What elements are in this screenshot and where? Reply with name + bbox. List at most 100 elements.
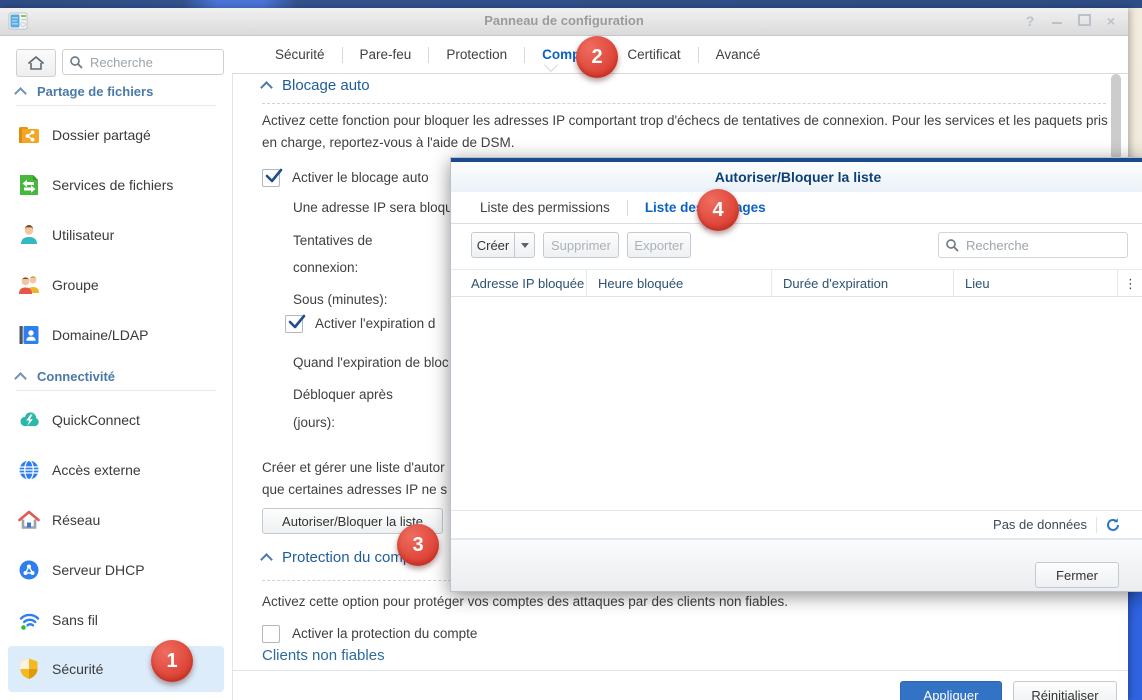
section-blocage-auto: Blocage auto xyxy=(260,77,370,94)
column-header-lieu[interactable]: Lieu xyxy=(953,270,1117,296)
clients-non-fiables-heading: Clients non fiables xyxy=(262,647,385,664)
table-status-bar: Pas de données xyxy=(451,510,1142,539)
shared-folder-icon xyxy=(19,127,39,143)
no-data-status: Pas de données xyxy=(993,517,1087,532)
maximize-icon[interactable] xyxy=(1077,14,1091,29)
tab-certificat[interactable]: Certificat xyxy=(610,40,697,70)
collapse-chevron-icon[interactable] xyxy=(260,80,273,94)
step-badge-4: 4 xyxy=(697,189,739,231)
dialog-tab-bar: Liste des permissions Liste des blocages xyxy=(451,192,1142,224)
sidebar-item-services-fichiers[interactable]: Services de fichiers xyxy=(8,162,224,208)
sidebar-search-input[interactable] xyxy=(88,53,217,71)
unblock-days-label: (jours): xyxy=(293,415,336,430)
enable-account-protection-checkbox[interactable] xyxy=(262,625,280,643)
close-dialog-button[interactable]: Fermer xyxy=(1035,562,1119,588)
group-icon xyxy=(19,276,39,294)
table-header-row: Adresse IP bloquée Heure bloquée Durée d… xyxy=(451,269,1142,297)
delete-button[interactable]: Supprimer xyxy=(543,232,619,258)
step-badge-2: 2 xyxy=(576,36,618,78)
collapse-chevron-icon xyxy=(14,371,27,385)
window-titlebar: Panneau de configuration ? × xyxy=(0,8,1128,36)
step-badge-3: 3 xyxy=(397,524,439,566)
security-shield-icon xyxy=(20,658,38,679)
sidebar-item-quickconnect[interactable]: QuickConnect xyxy=(8,397,224,443)
sidebar-divider xyxy=(16,390,216,391)
checkmark-icon xyxy=(265,168,283,183)
create-dropdown-button[interactable] xyxy=(514,232,535,258)
footer-divider xyxy=(232,670,1128,671)
attempts-label: Tentatives de xyxy=(293,233,373,248)
tab-protection[interactable]: Protection xyxy=(429,40,524,70)
enable-auto-block-checkbox[interactable] xyxy=(262,168,283,187)
column-header-duree-expiration[interactable]: Durée d'expiration xyxy=(771,270,953,296)
collapse-chevron-icon xyxy=(14,86,27,100)
help-icon[interactable]: ? xyxy=(1023,14,1037,29)
sidebar-item-reseau[interactable]: Réseau xyxy=(8,497,224,543)
refresh-icon[interactable] xyxy=(1105,517,1121,533)
tab-pare-feu[interactable]: Pare-feu xyxy=(343,40,429,70)
desktop: Panneau de configuration ? × Partage de … xyxy=(0,0,1142,700)
column-menu-icon[interactable]: ⋮ xyxy=(1117,270,1142,296)
allow-block-list-dialog: Autoriser/Bloquer la liste Liste des per… xyxy=(450,157,1142,592)
sidebar-item-dossier-partage[interactable]: Dossier partagé xyxy=(8,112,224,158)
step-badge-1: 1 xyxy=(151,640,193,682)
chevron-down-icon xyxy=(520,242,529,248)
create-button[interactable]: Créer xyxy=(471,232,515,258)
external-access-icon xyxy=(19,459,39,481)
window-controls: ? × xyxy=(1023,14,1118,29)
close-icon[interactable]: × xyxy=(1104,14,1118,29)
domain-ldap-icon xyxy=(19,326,39,344)
sidebar-item-sans-fil[interactable]: Sans fil xyxy=(8,597,224,643)
collapse-chevron-icon[interactable] xyxy=(260,552,273,566)
dialog-toolbar: Créer Supprimer Exporter xyxy=(451,224,1142,269)
quickconnect-icon xyxy=(20,412,39,427)
sidebar-item-domaine-ldap[interactable]: Domaine/LDAP xyxy=(8,312,224,358)
column-header-adresse-ip[interactable]: Adresse IP bloquée xyxy=(451,270,586,296)
unblock-after-label: Débloquer après xyxy=(293,387,393,402)
tab-liste-permissions[interactable]: Liste des permissions xyxy=(463,193,627,223)
home-icon xyxy=(28,56,44,70)
export-button[interactable]: Exporter xyxy=(627,232,691,258)
account-protection-description: Activez cette option pour protéger vos c… xyxy=(262,594,789,609)
file-services-icon xyxy=(20,175,38,195)
search-icon xyxy=(70,56,83,69)
checkmark-icon xyxy=(288,314,306,329)
tab-avance[interactable]: Avancé xyxy=(699,40,778,70)
content-scrollbar-thumb[interactable] xyxy=(1111,74,1121,160)
dialog-title: Autoriser/Bloquer la liste xyxy=(451,162,1142,192)
blocage-auto-description: Activez cette fonction pour bloquer les … xyxy=(262,113,1108,150)
enable-auto-block-label: Activer le blocage auto xyxy=(292,170,429,185)
dialog-search[interactable] xyxy=(938,232,1128,258)
home-button[interactable] xyxy=(16,49,56,77)
enable-account-protection-label: Activer la protection du compte xyxy=(292,626,478,641)
sidebar-item-serveur-dhcp[interactable]: Serveur DHCP xyxy=(8,547,224,593)
desktop-taskbar-strip xyxy=(0,0,1142,8)
window-title: Panneau de configuration xyxy=(484,13,644,28)
column-header-heure-bloquee[interactable]: Heure bloquée xyxy=(586,270,771,296)
dhcp-server-icon xyxy=(19,560,39,580)
status-divider xyxy=(1096,517,1097,533)
user-icon xyxy=(21,225,37,244)
dialog-footer: Fermer xyxy=(451,539,1142,591)
sidebar-section-partage[interactable]: Partage de fichiers xyxy=(14,84,153,100)
sidebar-search[interactable] xyxy=(62,49,224,75)
rule-intro-label: Une adresse IP sera bloqu xyxy=(293,200,453,215)
tab-bar: Sécurité Pare-feu Protection Compte Cert… xyxy=(232,36,1128,74)
tab-securite[interactable]: Sécurité xyxy=(258,40,342,70)
sidebar-divider xyxy=(16,105,216,106)
expiration-when-label: Quand l'expiration de bloc xyxy=(293,355,449,370)
sidebar-section-connectivite[interactable]: Connectivité xyxy=(14,369,115,385)
enable-expiration-checkbox[interactable] xyxy=(285,314,306,333)
sidebar-item-utilisateur[interactable]: Utilisateur xyxy=(8,212,224,258)
minimize-icon[interactable] xyxy=(1050,14,1064,29)
search-icon xyxy=(946,239,959,252)
network-icon xyxy=(18,510,40,529)
sidebar-item-groupe[interactable]: Groupe xyxy=(8,262,224,308)
reset-button[interactable]: Réinitialiser xyxy=(1013,681,1117,700)
sidebar-item-acces-externe[interactable]: Accès externe xyxy=(8,447,224,493)
list-description-line1: Créer et gérer une liste d'autor xyxy=(262,460,445,475)
apply-button[interactable]: Appliquer xyxy=(900,681,1002,700)
dialog-search-input[interactable] xyxy=(964,236,1121,254)
list-description-line2: que certaines adresses IP ne s xyxy=(262,482,448,497)
attempts-label-2: connexion: xyxy=(293,260,359,275)
